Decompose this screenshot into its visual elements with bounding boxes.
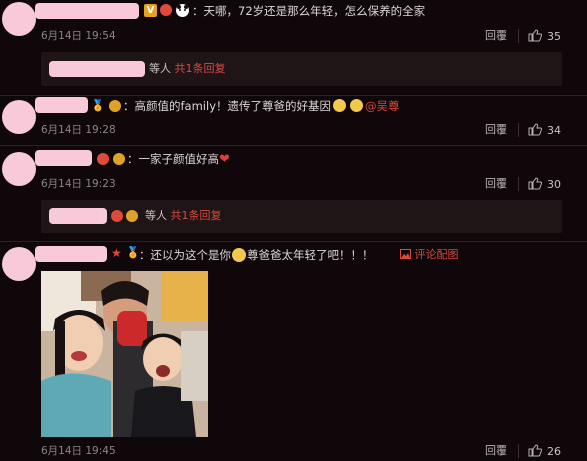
like-count: 26 xyxy=(547,445,561,458)
photo-link[interactable]: 评论配图 xyxy=(400,248,459,262)
medal-icon: 🏅 xyxy=(91,99,105,112)
member-badge-icon xyxy=(97,153,109,165)
medal-icon: 🏅 xyxy=(126,246,140,259)
reply-summary-text: 等人 共1条回复 xyxy=(145,209,222,222)
reply-summary-bar[interactable]: 等人 共1条回复 xyxy=(41,200,562,233)
reply-button[interactable]: 回覆 xyxy=(485,29,507,43)
separator xyxy=(518,177,519,191)
separator xyxy=(518,29,519,43)
thumbs-up-icon xyxy=(528,123,543,136)
avatar[interactable] xyxy=(2,100,36,134)
reply-button[interactable]: 回覆 xyxy=(485,123,507,137)
comment-time: 6月14日 19:28 xyxy=(41,124,116,136)
comment-text: ：天哪，72岁还是那么年轻，怎么保养的全家 xyxy=(192,4,426,18)
verified-v-icon: V xyxy=(144,4,157,17)
reply-username-redacted[interactable] xyxy=(49,61,145,77)
image-icon xyxy=(400,249,411,259)
divider xyxy=(0,241,587,242)
thumbs-up-icon xyxy=(528,29,543,42)
avatar[interactable] xyxy=(2,152,36,186)
like-button[interactable]: 30 xyxy=(528,177,561,192)
emoji-thumbs-icon xyxy=(350,99,363,112)
comment-text: ：一家子颜值好高❤ xyxy=(127,152,230,167)
member-badge-icon xyxy=(111,210,123,222)
like-count: 30 xyxy=(547,178,561,191)
member-badge-icon xyxy=(109,100,121,112)
member-badge-icon xyxy=(160,4,172,16)
star-icon: ★ xyxy=(111,246,122,260)
mention-link[interactable]: @吴尊 xyxy=(365,99,400,113)
comment-time: 6月14日 19:45 xyxy=(41,445,116,457)
like-count: 35 xyxy=(547,30,561,43)
comment-time: 6月14日 19:23 xyxy=(41,178,116,190)
username-redacted[interactable] xyxy=(35,3,139,19)
divider xyxy=(0,145,587,146)
comment-text: ：高颜值的family！遗传了尊爸的好基因 @吴尊 xyxy=(123,99,400,113)
separator xyxy=(518,123,519,137)
like-button[interactable]: 34 xyxy=(528,123,561,138)
thumbs-up-icon xyxy=(528,444,543,457)
like-button[interactable]: 26 xyxy=(528,444,561,459)
avatar[interactable] xyxy=(2,2,36,36)
thumbs-up-icon xyxy=(528,177,543,190)
comment-photo[interactable] xyxy=(41,271,208,437)
panda-icon xyxy=(176,4,189,17)
reply-summary-text: 等人 共1条回复 xyxy=(149,62,226,75)
reply-username-redacted[interactable] xyxy=(49,208,107,224)
reply-button[interactable]: 回覆 xyxy=(485,444,507,458)
member-badge-icon xyxy=(113,153,125,165)
avatar[interactable] xyxy=(2,247,36,281)
reply-button[interactable]: 回覆 xyxy=(485,177,507,191)
heart-icon: ❤ xyxy=(219,152,230,167)
like-count: 34 xyxy=(547,124,561,137)
separator xyxy=(518,444,519,458)
username-redacted[interactable] xyxy=(35,150,92,166)
emoji-laugh-icon xyxy=(232,248,246,262)
reply-summary-bar[interactable]: 等人 共1条回复 xyxy=(41,52,562,86)
comment-time: 6月14日 19:54 xyxy=(41,30,116,42)
comment-text: ：还以为这个是你 尊爸爸太年轻了吧！！！ xyxy=(139,248,374,262)
username-redacted[interactable] xyxy=(35,246,107,262)
divider xyxy=(0,95,587,96)
emoji-thumbs-icon xyxy=(333,99,346,112)
like-button[interactable]: 35 xyxy=(528,29,561,44)
username-redacted[interactable] xyxy=(35,97,88,113)
member-badge-icon xyxy=(126,210,138,222)
